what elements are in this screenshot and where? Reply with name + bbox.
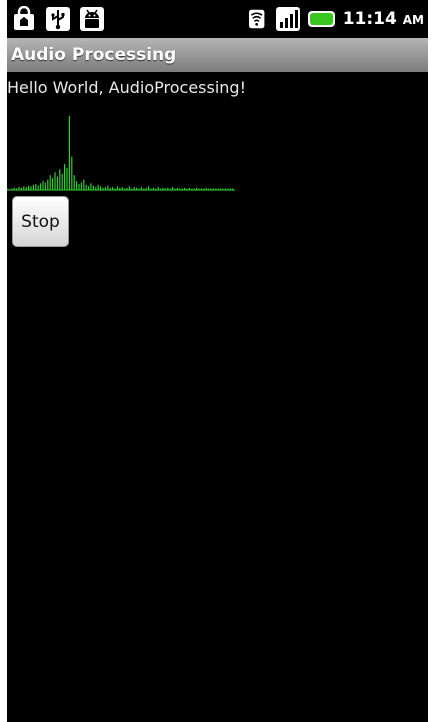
android-icon	[80, 7, 104, 31]
usb-icon	[46, 7, 70, 31]
spectrum-visualizer	[7, 116, 235, 191]
system-status-icons: 11:14 AM	[248, 6, 424, 32]
app-title: Audio Processing	[11, 45, 177, 65]
app-title-bar: Audio Processing	[7, 38, 428, 72]
clock: 11:14 AM	[342, 9, 424, 29]
notification-icons	[11, 6, 105, 32]
wifi-icon	[248, 9, 265, 29]
hello-text: Hello World, AudioProcessing!	[7, 78, 246, 97]
stop-button[interactable]: Stop	[12, 196, 69, 247]
signal-icon	[275, 7, 300, 31]
status-bar: 11:14 AM	[7, 0, 428, 37]
battery-icon	[307, 11, 335, 27]
phone-screen: 11:14 AM Audio Processing Hello World, A…	[7, 0, 428, 722]
shopping-bag-icon	[14, 6, 34, 30]
